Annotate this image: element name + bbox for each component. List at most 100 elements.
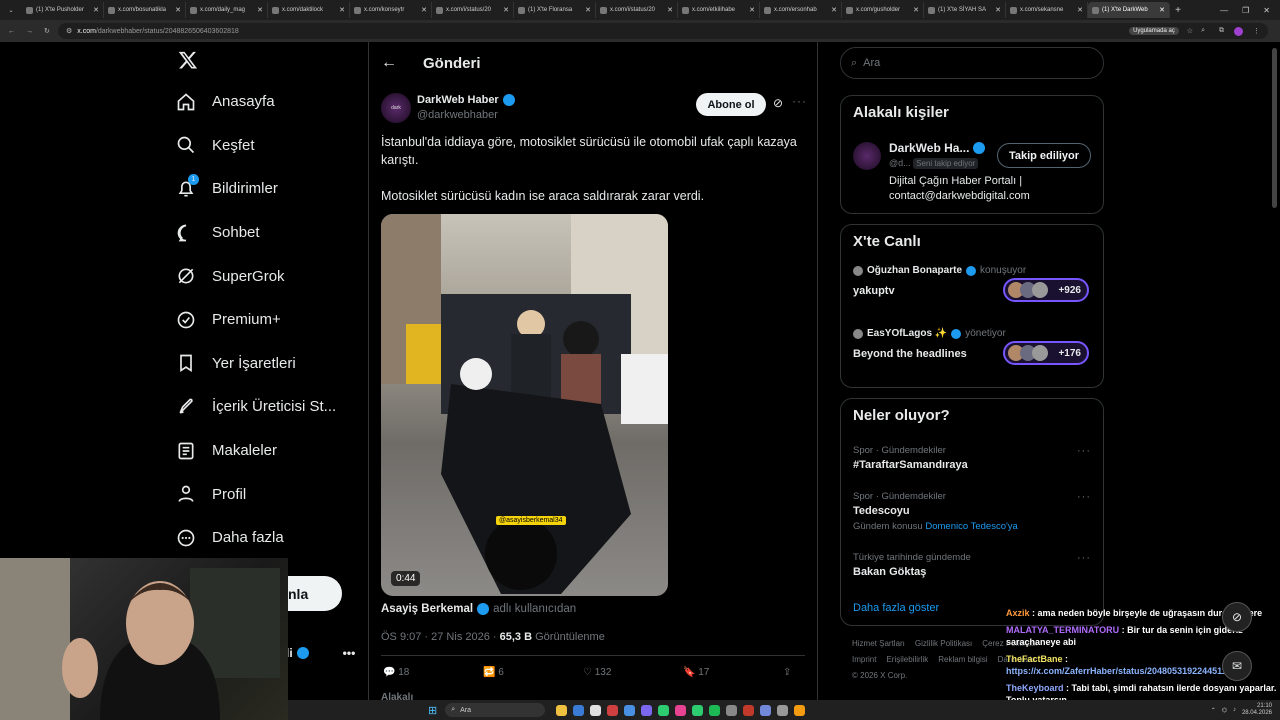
live-space-item[interactable]: EasYOfLagos ✨ yönetiyor Beyond the headlin… — [853, 328, 1091, 380]
post-video[interactable]: @asayisberkemal34 0:44 — [381, 214, 668, 596]
trend-more-icon[interactable]: ··· — [1077, 445, 1091, 457]
taskbar-app-icon[interactable] — [641, 704, 653, 716]
browser-tab[interactable]: x.com/i/status/20 ✕ — [432, 2, 514, 18]
sidebar-item-rocket[interactable]: İçerik Üreticisi St... — [176, 385, 366, 429]
x-logo[interactable] — [178, 50, 366, 80]
browser-tab[interactable]: x.com/konseytr ✕ — [350, 2, 432, 18]
close-tab-icon[interactable]: ✕ — [585, 6, 591, 14]
browser-tab[interactable]: x.com/i/status/20 ✕ — [596, 2, 678, 18]
clock-date[interactable]: 28.04.2026 — [1242, 710, 1272, 717]
bookmark-button[interactable]: 🔖 17 — [683, 667, 783, 678]
clock-time[interactable]: 21:10 — [1242, 703, 1272, 710]
site-info-icon[interactable]: ⚙ — [66, 27, 72, 35]
trend-more-icon[interactable]: ··· — [1077, 491, 1091, 503]
taskbar-search[interactable]: ⌕ Ara — [445, 703, 546, 717]
close-tab-icon[interactable]: ✕ — [913, 6, 919, 14]
grok-icon[interactable]: ⊘ — [773, 96, 783, 110]
footer-link[interactable]: Hizmet Şartları — [852, 639, 905, 648]
browser-tab[interactable]: x.com/ersonhab ✕ — [760, 2, 842, 18]
browser-menu-icon[interactable]: ⋮ — [1253, 27, 1260, 35]
close-tab-icon[interactable]: ✕ — [1077, 6, 1083, 14]
taskbar-app-icon[interactable] — [743, 704, 755, 716]
taskbar-app-icon[interactable] — [590, 704, 602, 716]
trend-item[interactable]: Spor · Gündemdekiler #TaraftarSamandıraya… — [853, 445, 1091, 471]
sidebar-item-person[interactable]: Profil — [176, 472, 366, 516]
forward-icon[interactable]: → — [26, 28, 33, 35]
related-name-row[interactable]: DarkWeb Ha... — [889, 141, 986, 155]
new-tab-button[interactable]: + — [1170, 5, 1186, 16]
close-tab-icon[interactable]: ✕ — [831, 6, 837, 14]
trend-item[interactable]: Türkiye tarihinde gündemde Bakan Göktaş ··… — [853, 552, 1091, 578]
footer-link[interactable]: Imprint — [852, 655, 876, 664]
account-more-icon[interactable]: ••• — [343, 646, 356, 660]
taskbar-app-icon[interactable] — [760, 704, 772, 716]
following-button[interactable]: Takip ediliyor — [997, 143, 1091, 168]
restore-icon[interactable]: ❐ — [1242, 6, 1249, 15]
browser-tab[interactable]: (1) X'te SİYAH SA ✕ — [924, 2, 1006, 18]
sidebar-item-grok[interactable]: SuperGrok — [176, 254, 366, 298]
sidebar-item-verified[interactable]: Premium+ — [176, 298, 366, 342]
browser-tab[interactable]: (1) X'te Pusholder ✕ — [22, 2, 104, 18]
sidebar-item-more-circle[interactable]: Daha fazla — [176, 516, 366, 560]
like-button[interactable]: ♡ 132 — [583, 667, 683, 678]
taskbar-app-icon[interactable] — [607, 704, 619, 716]
taskbar-app-icon[interactable] — [726, 704, 738, 716]
author-handle[interactable]: @darkwebhaber — [417, 109, 498, 121]
footer-link[interactable]: Erişilebilirlik — [886, 655, 928, 664]
back-arrow-icon[interactable]: ← — [381, 54, 397, 72]
start-icon[interactable]: ⊞ — [428, 704, 437, 717]
reload-icon[interactable]: ↻ — [44, 27, 50, 35]
taskbar-app-icon[interactable] — [658, 704, 670, 716]
taskbar-app-icon[interactable] — [556, 704, 568, 716]
zoom-icon[interactable]: ⌕ — [1201, 27, 1205, 35]
tab-search-icon[interactable]: ⌄ — [0, 7, 22, 14]
subscribe-button[interactable]: Abone ol — [696, 93, 766, 116]
sidebar-item-bell[interactable]: Bildirimler 1 — [176, 167, 366, 211]
messages-float-icon[interactable]: ✉ — [1222, 651, 1252, 681]
reply-button[interactable]: 💬 18 — [383, 667, 483, 678]
extensions-icon[interactable]: ⧉ — [1219, 27, 1224, 35]
close-tab-icon[interactable]: ✕ — [749, 6, 755, 14]
grok-float-icon[interactable]: ⊘ — [1222, 602, 1252, 632]
taskbar-app-icon[interactable] — [624, 704, 636, 716]
author-avatar[interactable]: dark — [381, 93, 411, 123]
live-space-item[interactable]: Oğuzhan Bonaparte konuşuyor yakuptv +926 — [853, 265, 1091, 317]
close-tab-icon[interactable]: ✕ — [257, 6, 263, 14]
trend-item[interactable]: Spor · Gündemdekiler Tedescoyu Gündem konu… — [853, 491, 1091, 532]
volume-icon[interactable]: ♪ — [1233, 707, 1236, 713]
related-avatar[interactable] — [853, 142, 881, 170]
taskbar-app-icon[interactable] — [573, 704, 585, 716]
close-tab-icon[interactable]: ✕ — [93, 6, 99, 14]
browser-tab[interactable]: x.com/sekansne ✕ — [1006, 2, 1088, 18]
close-window-icon[interactable]: ✕ — [1263, 6, 1270, 15]
account-switcher[interactable]: li ••• — [286, 646, 355, 660]
sidebar-item-search[interactable]: Keşfet — [176, 124, 366, 168]
taskbar-app-icon[interactable] — [709, 704, 721, 716]
browser-tab[interactable]: x.com/daily_mag ✕ — [186, 2, 268, 18]
author-name-row[interactable]: DarkWeb Haber — [417, 94, 515, 106]
trend-more-icon[interactable]: ··· — [1077, 552, 1091, 564]
post-time[interactable]: ÖS 9:07 · 27 Nis 2026 — [381, 631, 490, 643]
trend-link[interactable]: Domenico Tedesco'ya — [925, 521, 1017, 532]
video-credit[interactable]: Asayiş Berkemal adlı kullanıcıdan — [381, 603, 576, 615]
sidebar-item-bookmark[interactable]: Yer İşaretleri — [176, 342, 366, 386]
close-tab-icon[interactable]: ✕ — [339, 6, 345, 14]
close-tab-icon[interactable]: ✕ — [995, 6, 1001, 14]
scrollbar-thumb[interactable] — [1272, 48, 1277, 208]
close-tab-icon[interactable]: ✕ — [1159, 6, 1165, 14]
taskbar-app-icon[interactable] — [692, 704, 704, 716]
url-field[interactable]: ⚙ x.com /darkwebhaber/status/20488265064… — [58, 23, 1268, 39]
live-listeners[interactable]: +176 — [1003, 341, 1089, 365]
browser-tab[interactable]: x.com/bosunatikla ✕ — [104, 2, 186, 18]
post-more-icon[interactable]: ··· — [792, 94, 807, 108]
browser-tab[interactable]: x.com/daktilock ✕ — [268, 2, 350, 18]
browser-tab[interactable]: x.com/etkilihabe ✕ — [678, 2, 760, 18]
share-icon[interactable]: ⇪ — [783, 667, 791, 678]
close-tab-icon[interactable]: ✕ — [667, 6, 673, 14]
minimize-icon[interactable]: — — [1220, 6, 1228, 15]
close-tab-icon[interactable]: ✕ — [421, 6, 427, 14]
close-tab-icon[interactable]: ✕ — [175, 6, 181, 14]
browser-tab[interactable]: (1) X'te Floransa ✕ — [514, 2, 596, 18]
taskbar-app-icon[interactable] — [777, 704, 789, 716]
taskbar-app-icon[interactable] — [675, 704, 687, 716]
